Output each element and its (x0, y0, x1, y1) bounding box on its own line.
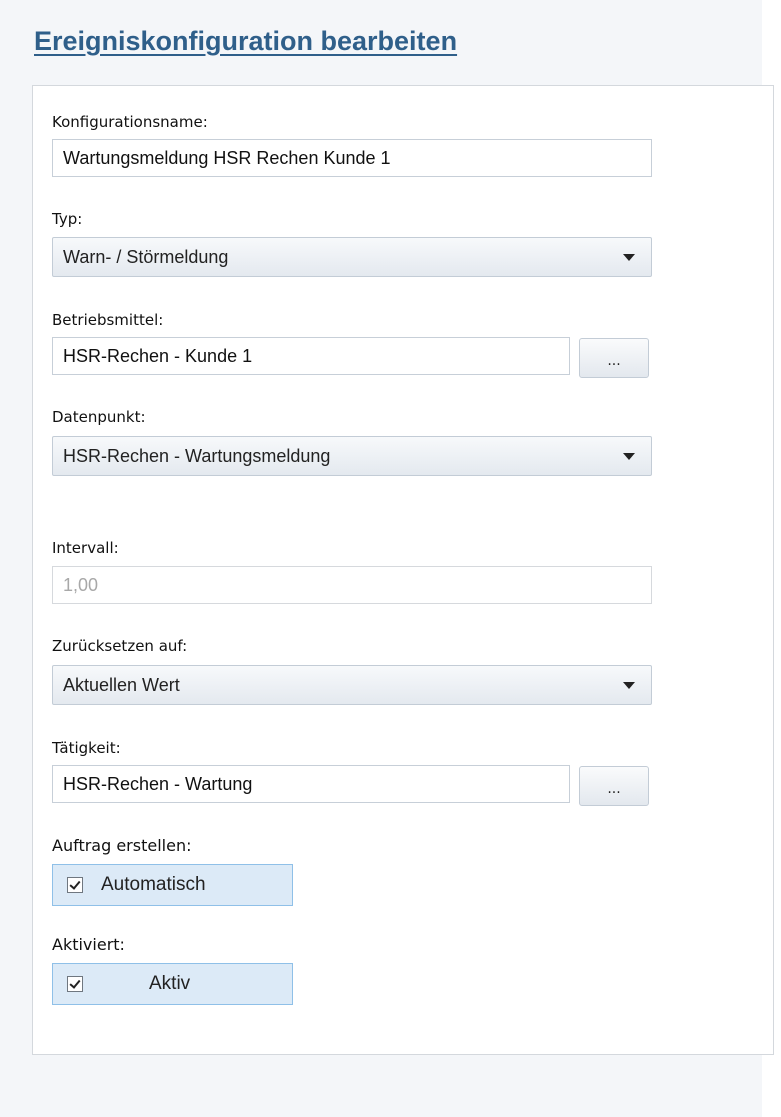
datapoint-select-value: HSR-Rechen - Wartungsmeldung (63, 446, 331, 466)
chevron-down-icon (623, 254, 635, 261)
equipment-label: Betriebsmittel: (52, 311, 164, 329)
interval-input[interactable]: 1,00 (52, 566, 652, 604)
reset-to-label: Zurücksetzen auf: (52, 637, 188, 655)
checkmark-icon[interactable] (67, 877, 83, 893)
equipment-input[interactable]: HSR-Rechen - Kunde 1 (52, 337, 570, 375)
equipment-browse-button[interactable]: ... (579, 338, 649, 378)
chevron-down-icon (623, 682, 635, 689)
activity-browse-button[interactable]: ... (579, 766, 649, 806)
reset-to-select[interactable]: Aktuellen Wert (52, 665, 652, 705)
checkmark-icon[interactable] (67, 976, 83, 992)
interval-label: Intervall: (52, 539, 119, 557)
activity-input[interactable]: HSR-Rechen - Wartung (52, 765, 570, 803)
datapoint-select[interactable]: HSR-Rechen - Wartungsmeldung (52, 436, 652, 476)
activity-label: Tätigkeit: (52, 739, 121, 757)
enabled-checkbox-label: Aktiv (149, 973, 191, 994)
type-label: Typ: (52, 210, 83, 228)
create-order-label: Auftrag erstellen: (52, 836, 192, 855)
create-order-checkbox-label: Automatisch (101, 874, 206, 895)
type-select[interactable]: Warn- / Störmeldung (52, 237, 652, 277)
enabled-label: Aktiviert: (52, 935, 125, 954)
create-order-checkbox[interactable]: Automatisch (52, 864, 293, 906)
page-title: Ereigniskonfiguration bearbeiten (34, 26, 458, 56)
type-select-value: Warn- / Störmeldung (63, 247, 229, 267)
config-name-input[interactable]: Wartungsmeldung HSR Rechen Kunde 1 (52, 139, 652, 177)
enabled-checkbox[interactable]: Aktiv (52, 963, 293, 1005)
datapoint-label: Datenpunkt: (52, 408, 146, 426)
reset-to-select-value: Aktuellen Wert (63, 675, 180, 695)
config-name-label: Konfigurationsname: (52, 113, 208, 131)
chevron-down-icon (623, 453, 635, 460)
